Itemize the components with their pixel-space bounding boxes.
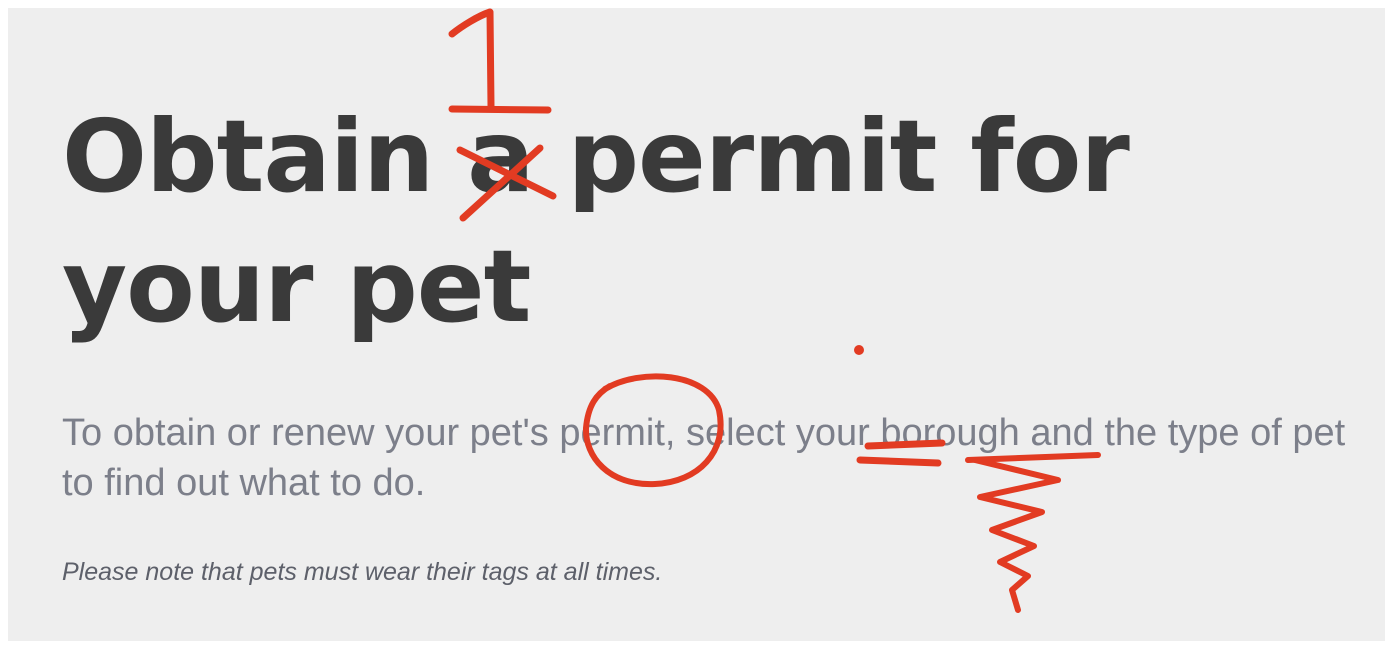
page-title: Obtain a permit for your pet bbox=[62, 92, 1202, 352]
intro-word-borough: borough bbox=[880, 412, 1020, 454]
intro-word-your: your bbox=[795, 412, 870, 454]
intro-text-middle: , select bbox=[664, 412, 796, 454]
title-part-1: Obtain bbox=[62, 98, 468, 215]
intro-text-start: To obtain or renew your pet's bbox=[62, 412, 560, 454]
intro-space bbox=[870, 412, 881, 454]
intro-paragraph: To obtain or renew your pet's permit, se… bbox=[62, 408, 1377, 508]
tag-note: Please note that pets must wear their ta… bbox=[62, 558, 663, 586]
intro-word-permit: permit bbox=[559, 412, 665, 454]
title-article: a bbox=[467, 98, 534, 215]
